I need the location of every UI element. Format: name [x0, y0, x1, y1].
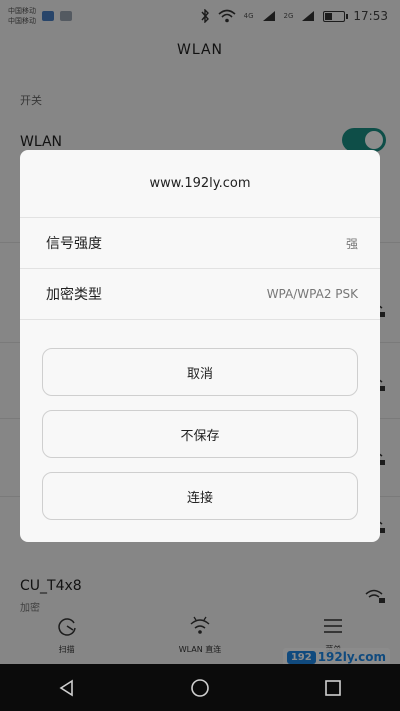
system-navigation-bar — [0, 664, 400, 711]
security-type-row: 加密类型 WPA/WPA2 PSK — [20, 268, 380, 320]
dialog-divider — [20, 319, 380, 320]
cancel-button[interactable]: 取消 — [42, 348, 358, 396]
back-button[interactable] — [53, 674, 81, 702]
connect-button[interactable]: 连接 — [42, 472, 358, 520]
recents-icon — [325, 679, 342, 696]
signal-strength-row: 信号强度 强 — [20, 217, 380, 269]
security-type-label: 加密类型 — [46, 287, 102, 303]
signal-strength-value: 强 — [345, 236, 358, 251]
security-type-value: WPA/WPA2 PSK — [266, 287, 358, 301]
dialog-title: www.192ly.com — [149, 176, 251, 191]
signal-strength-label: 信号强度 — [46, 236, 102, 252]
home-button[interactable] — [186, 674, 214, 702]
recents-button[interactable] — [319, 674, 347, 702]
home-icon — [191, 678, 209, 697]
wlan-settings-screen: 中国移动 中国移动 4G 2G 17:53 WLAN 开关 WLAN CU_T4… — [0, 0, 400, 711]
network-dialog: www.192ly.com 信号强度 强 加密类型 WPA/WPA2 PSK 取… — [20, 150, 380, 542]
back-icon — [59, 679, 73, 696]
forget-button[interactable]: 不保存 — [42, 410, 358, 458]
